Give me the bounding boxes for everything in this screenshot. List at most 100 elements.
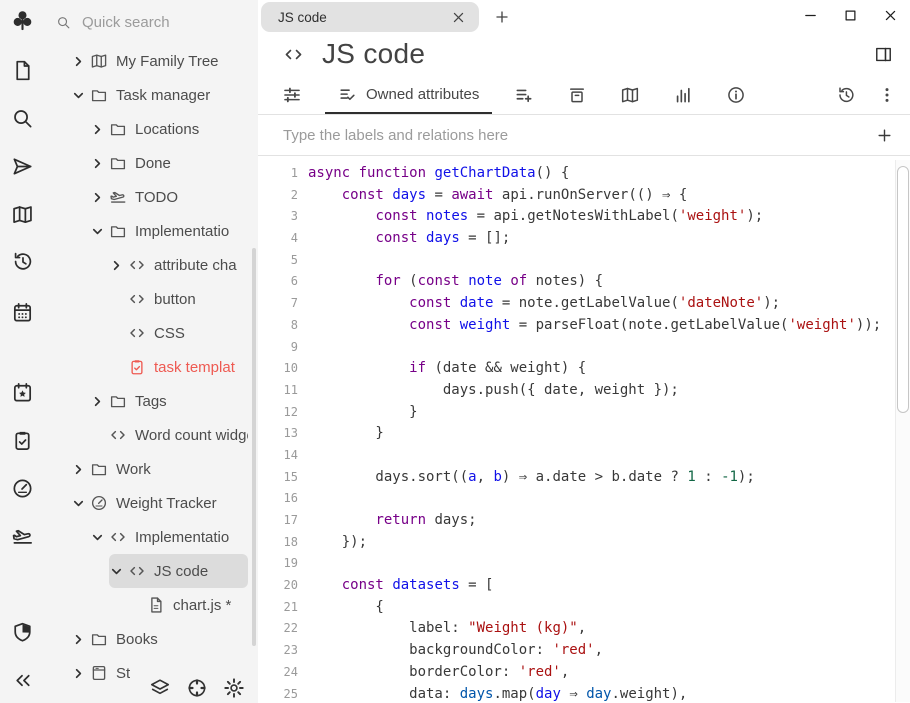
add-attribute-button[interactable] xyxy=(876,127,893,144)
tree-item-word-count-widge[interactable]: Word count widge xyxy=(45,418,258,452)
expander-expanded-icon[interactable] xyxy=(90,530,109,545)
expander-expanded-icon[interactable] xyxy=(71,496,90,511)
code-line-4[interactable]: 4 const days = []; xyxy=(258,228,910,250)
kebab-menu-icon[interactable] xyxy=(877,85,897,105)
tree-item-label: Work xyxy=(116,461,151,478)
tree-item-button[interactable]: button xyxy=(45,282,258,316)
code-line-21[interactable]: 21 { xyxy=(258,597,910,619)
tab-js-code[interactable]: JS code xyxy=(261,2,479,32)
expander-collapsed-icon[interactable] xyxy=(71,54,90,69)
attribute-editor[interactable]: Type the labels and relations here xyxy=(258,115,910,156)
code-line-5[interactable]: 5 xyxy=(258,250,910,272)
task-list-icon[interactable] xyxy=(11,429,34,452)
code-line-25[interactable]: 25 data: days.map(day ⇒ day.weight), xyxy=(258,684,910,703)
code-line-16[interactable]: 16 xyxy=(258,488,910,510)
split-pane-button[interactable] xyxy=(874,45,893,64)
editor-scrollbar-thumb[interactable] xyxy=(897,166,909,413)
code-line-9[interactable]: 9 xyxy=(258,337,910,359)
bar-chart-icon[interactable] xyxy=(673,85,693,105)
expander-expanded-icon[interactable] xyxy=(71,88,90,103)
tree-item-books[interactable]: Books xyxy=(45,622,258,656)
expander-collapsed-icon[interactable] xyxy=(90,394,109,409)
list-plus-icon[interactable] xyxy=(514,85,534,105)
code-line-6[interactable]: 6 for (const note of notes) { xyxy=(258,271,910,293)
code-line-13[interactable]: 13 } xyxy=(258,423,910,445)
code-line-18[interactable]: 18 }); xyxy=(258,532,910,554)
code-line-24[interactable]: 24 borderColor: 'red', xyxy=(258,662,910,684)
collapse-tree-button[interactable] xyxy=(11,669,34,692)
note-type-icon[interactable] xyxy=(283,44,304,65)
tree-item-tags[interactable]: Tags xyxy=(45,384,258,418)
code-line-7[interactable]: 7 const date = note.getLabelValue('dateN… xyxy=(258,293,910,315)
jump-to-note-icon[interactable] xyxy=(11,155,34,178)
code-line-23[interactable]: 23 backgroundColor: 'red', xyxy=(258,640,910,662)
expander-collapsed-icon[interactable] xyxy=(109,258,128,273)
code-line-15[interactable]: 15 days.sort((a, b) ⇒ a.date > b.date ? … xyxy=(258,467,910,489)
code-line-1[interactable]: 1async function getChartData() { xyxy=(258,163,910,185)
tree-item-implementatio[interactable]: Implementatio xyxy=(45,520,258,554)
code-line-2[interactable]: 2 const days = await api.runOnServer(() … xyxy=(258,185,910,207)
expander-collapsed-icon[interactable] xyxy=(90,156,109,171)
map-book-icon[interactable] xyxy=(11,203,34,226)
code-line-8[interactable]: 8 const weight = parseFloat(note.getLabe… xyxy=(258,315,910,337)
close-button[interactable] xyxy=(883,8,898,23)
calendar-icon[interactable] xyxy=(11,301,34,324)
code-line-10[interactable]: 10 if (date && weight) { xyxy=(258,358,910,380)
tree-scrollbar[interactable] xyxy=(252,248,256,646)
editor-scrollbar[interactable] xyxy=(895,160,910,702)
archive-box-icon[interactable] xyxy=(567,85,587,105)
minimize-button[interactable] xyxy=(803,8,818,23)
search-icon[interactable] xyxy=(11,107,34,130)
expander-collapsed-icon[interactable] xyxy=(71,632,90,647)
map-book-icon[interactable] xyxy=(620,85,640,105)
shield-icon[interactable] xyxy=(11,621,34,644)
tree-item-weight-tracker[interactable]: Weight Tracker xyxy=(45,486,258,520)
tree-item-todo[interactable]: TODO xyxy=(45,180,258,214)
tree-item-task-manager[interactable]: Task manager xyxy=(45,78,258,112)
tree-item-implementatio[interactable]: Implementatio xyxy=(45,214,258,248)
tab-close-icon[interactable] xyxy=(451,10,466,25)
tree-item-css[interactable]: CSS xyxy=(45,316,258,350)
quick-search[interactable]: Quick search xyxy=(45,0,258,44)
tree-item-task-templat[interactable]: task templat xyxy=(45,350,258,384)
expander-collapsed-icon[interactable] xyxy=(71,666,90,681)
plane-takeoff-icon[interactable] xyxy=(11,525,34,548)
code-editor[interactable]: 1async function getChartData() {2 const … xyxy=(258,156,910,702)
new-tab-button[interactable] xyxy=(494,9,510,25)
code-line-20[interactable]: 20 const datasets = [ xyxy=(258,575,910,597)
basic-properties-button[interactable] xyxy=(282,85,302,105)
layers-icon[interactable] xyxy=(149,677,171,699)
info-circle-icon[interactable] xyxy=(726,85,746,105)
code-line-3[interactable]: 3 const notes = api.getNotesWithLabel('w… xyxy=(258,206,910,228)
tree-item-chart-js-[interactable]: chart.js * xyxy=(45,588,258,622)
tree-item-my-family-tree[interactable]: My Family Tree xyxy=(45,44,258,78)
ribbon-tab-owned-attributes[interactable]: Owned attributes xyxy=(325,76,492,114)
settings-gear-icon[interactable] xyxy=(223,677,245,699)
note-title[interactable]: JS code xyxy=(322,38,874,70)
maximize-button[interactable] xyxy=(843,8,858,23)
code-line-19[interactable]: 19 xyxy=(258,553,910,575)
tree-item-work[interactable]: Work xyxy=(45,452,258,486)
tree-item-locations[interactable]: Locations xyxy=(45,112,258,146)
new-note-icon[interactable] xyxy=(11,59,34,82)
tree-item-attribute-cha[interactable]: attribute cha xyxy=(45,248,258,282)
expander-collapsed-icon[interactable] xyxy=(71,462,90,477)
expander-collapsed-icon[interactable] xyxy=(90,122,109,137)
code-line-11[interactable]: 11 days.push({ date, weight }); xyxy=(258,380,910,402)
tree-item-label: button xyxy=(154,291,196,308)
crosshair-icon[interactable] xyxy=(186,677,208,699)
tree-item-done[interactable]: Done xyxy=(45,146,258,180)
expander-expanded-icon[interactable] xyxy=(90,224,109,239)
expander-collapsed-icon[interactable] xyxy=(90,190,109,205)
recent-changes-icon[interactable] xyxy=(11,250,34,273)
trilium-logo[interactable] xyxy=(11,9,34,32)
code-line-22[interactable]: 22 label: "Weight (kg)", xyxy=(258,618,910,640)
expander-expanded-icon[interactable] xyxy=(109,564,128,579)
gauge-icon[interactable] xyxy=(11,477,34,500)
code-line-14[interactable]: 14 xyxy=(258,445,910,467)
history-icon[interactable] xyxy=(836,85,856,105)
code-line-17[interactable]: 17 return days; xyxy=(258,510,910,532)
calendar-star-icon[interactable] xyxy=(11,381,34,404)
code-line-12[interactable]: 12 } xyxy=(258,402,910,424)
tree-item-js-code[interactable]: JS code xyxy=(45,554,258,588)
